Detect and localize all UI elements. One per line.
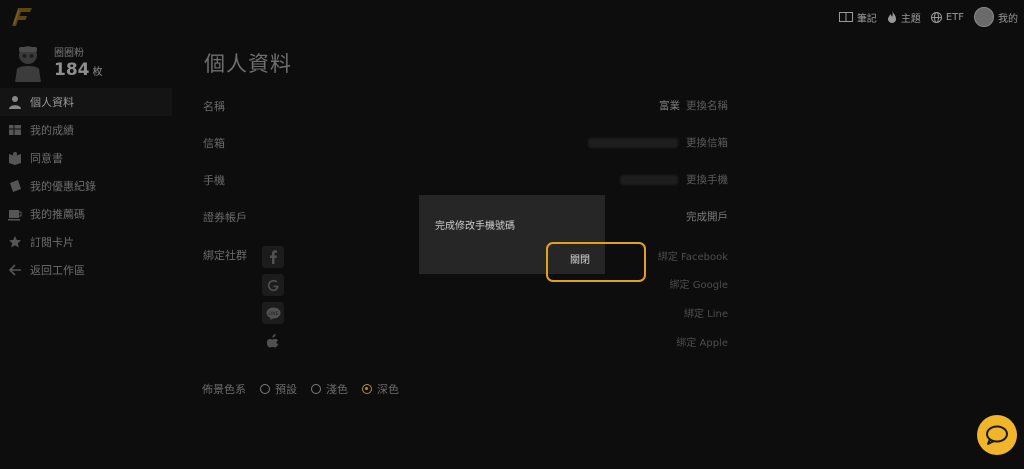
bind-facebook-link[interactable]: 綁定 Facebook — [658, 248, 728, 263]
brand-logo[interactable] — [8, 4, 34, 30]
social-binding-label: 綁定社群 — [203, 249, 247, 262]
change-phone-link[interactable]: 更換手機 — [686, 174, 728, 186]
facebook-icon — [270, 250, 277, 264]
top-bar: 筆記 主題 ETF 我的 — [0, 0, 1024, 34]
line-icon: LINE — [266, 307, 280, 320]
theme-selector: 佈景色系 預設 淺色 深色 — [202, 381, 399, 397]
top-nav: 筆記 主題 ETF 我的 — [838, 7, 1018, 27]
notebook-icon — [838, 12, 853, 22]
theme-option-label: 淺色 — [326, 383, 348, 396]
nav-mine-label: 我的 — [998, 13, 1018, 25]
google-icon — [267, 279, 279, 291]
sidebar-item-subscription[interactable]: 訂閱卡片 — [0, 228, 172, 256]
sidebar-item-consent[interactable]: 同意書 — [0, 144, 172, 172]
nav-mine[interactable]: 我的 — [974, 7, 1018, 27]
nav-etf-label: ETF — [945, 11, 964, 23]
grid-icon — [9, 125, 21, 135]
user-icon — [9, 96, 21, 109]
theme-option-label: 預設 — [275, 383, 297, 396]
profile-coin-count: 184 枚 — [54, 60, 103, 80]
theme-label: 佈景色系 — [202, 383, 246, 396]
bind-apple-link[interactable]: 綁定 Apple — [676, 334, 728, 349]
sidebar-item-label: 我的優惠紀錄 — [30, 180, 96, 193]
flame-icon — [887, 11, 896, 23]
chat-bubble-icon — [986, 425, 1008, 445]
nav-theme-label: 主題 — [900, 13, 921, 25]
coin-count-unit: 枚 — [92, 67, 103, 78]
radio-dark-selected[interactable] — [362, 384, 372, 394]
svg-text:LINE: LINE — [268, 311, 278, 317]
user-avatar — [974, 7, 994, 27]
page-title: 個人資料 — [204, 52, 292, 76]
nav-notes-label: 筆記 — [856, 13, 877, 25]
theme-option-default[interactable]: 預設 — [260, 381, 297, 397]
profile-name: 圈圈粉 — [54, 48, 84, 59]
google-button[interactable] — [262, 274, 284, 296]
broker-account-label: 證券帳戶 — [203, 211, 247, 224]
email-label: 信箱 — [203, 137, 225, 150]
chat-button[interactable] — [977, 415, 1017, 455]
sidebar-item-label: 訂閱卡片 — [30, 236, 74, 249]
line-button[interactable]: LINE — [262, 302, 284, 324]
apple-icon — [267, 333, 279, 348]
book-icon — [9, 152, 21, 165]
radio-light[interactable] — [311, 384, 321, 394]
sidebar-item-referral[interactable]: 我的推薦碼 — [0, 200, 172, 228]
nav-etf[interactable]: ETF — [930, 11, 964, 23]
bind-line-link[interactable]: 綁定 Line — [684, 305, 728, 320]
phone-value-blurred — [620, 175, 678, 185]
email-value-blurred — [588, 138, 678, 148]
profile-summary: 圈圈粉 184 枚 — [12, 42, 162, 86]
arrow-left-icon — [8, 264, 21, 276]
cup-icon — [8, 210, 22, 221]
nav-notes[interactable]: 筆記 — [838, 10, 877, 25]
ticket-icon — [10, 180, 21, 192]
sidebar-item-label: 返回工作區 — [30, 264, 85, 277]
change-name-link[interactable]: 更換名稱 — [686, 100, 728, 112]
theme-option-label: 深色 — [377, 383, 399, 396]
facebook-button[interactable] — [262, 246, 284, 268]
sidebar-item-label: 我的成績 — [30, 124, 74, 137]
change-email-link[interactable]: 更換信箱 — [686, 137, 728, 149]
nav-theme[interactable]: 主題 — [887, 10, 921, 25]
sidebar-item-label: 同意書 — [30, 152, 63, 165]
sidebar-item-scores[interactable]: 我的成績 — [0, 116, 172, 144]
sidebar-item-coupons[interactable]: 我的優惠紀錄 — [0, 172, 172, 200]
sidebar-item-profile[interactable]: 個人資料 — [0, 88, 172, 116]
broker-account-status[interactable]: 完成開戶 — [686, 209, 728, 224]
globe-icon — [930, 11, 942, 23]
phone-label: 手機 — [203, 174, 225, 187]
sidebar-menu: 個人資料 我的成績 同意書 我的優惠紀錄 我的推薦碼 訂閱卡片 返回工作區 — [0, 88, 172, 284]
phone-row-right: 更換手機 — [620, 172, 728, 187]
bind-google-link[interactable]: 綁定 Google — [670, 276, 728, 291]
name-value: 富業 — [659, 100, 680, 112]
sidebar-item-label: 個人資料 — [30, 96, 74, 109]
email-row-right: 更換信箱 — [588, 135, 728, 150]
star-icon — [9, 236, 21, 248]
coin-count-value: 184 — [54, 60, 90, 80]
profile-avatar — [15, 46, 41, 82]
sidebar-item-label: 我的推薦碼 — [30, 208, 85, 221]
sidebar-item-back-to-workspace[interactable]: 返回工作區 — [0, 256, 172, 284]
theme-option-light[interactable]: 淺色 — [311, 381, 348, 397]
name-label: 名稱 — [203, 100, 225, 113]
close-button-highlight — [546, 242, 646, 282]
theme-option-dark[interactable]: 深色 — [362, 381, 399, 397]
dialog-message: 完成修改手機號碼 — [435, 221, 515, 232]
radio-default[interactable] — [260, 384, 270, 394]
sidebar: 圈圈粉 184 枚 個人資料 我的成績 同意書 我的優惠紀錄 我的推薦碼 訂閱卡片 — [0, 34, 172, 469]
name-row-right: 富業 更換名稱 — [659, 98, 728, 113]
apple-button[interactable] — [262, 330, 284, 352]
